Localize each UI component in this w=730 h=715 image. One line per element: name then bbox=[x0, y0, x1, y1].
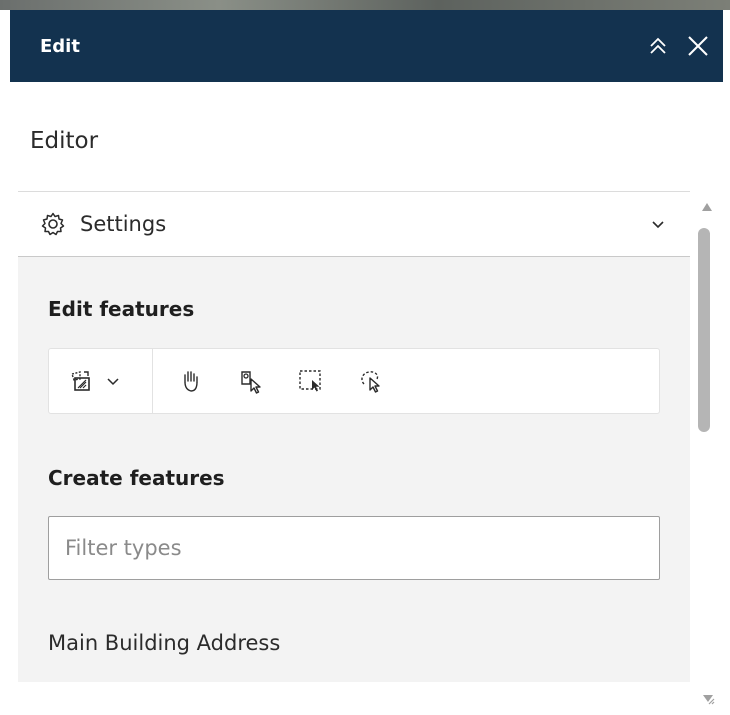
scroll-down-arrow[interactable] bbox=[700, 690, 716, 706]
edit-tools bbox=[169, 359, 393, 403]
settings-label: Settings bbox=[80, 212, 167, 236]
pan-hand-icon bbox=[184, 371, 198, 392]
gear-icon bbox=[40, 211, 66, 237]
selection-mode-dropdown[interactable] bbox=[49, 349, 153, 413]
rectangle-select-button[interactable] bbox=[289, 359, 333, 403]
chevron-down-icon bbox=[648, 214, 668, 234]
settings-accordion[interactable]: Settings bbox=[18, 192, 690, 256]
create-features-title: Create features bbox=[48, 466, 225, 490]
editor-title: Editor bbox=[30, 128, 99, 154]
lasso-select-icon bbox=[361, 371, 380, 393]
select-feature-icon bbox=[241, 371, 261, 394]
pan-tool-button[interactable] bbox=[169, 359, 213, 403]
map-background-strip bbox=[0, 0, 730, 10]
close-button[interactable] bbox=[681, 29, 715, 63]
lasso-select-button[interactable] bbox=[349, 359, 393, 403]
header-actions bbox=[641, 29, 715, 63]
close-icon bbox=[688, 36, 708, 56]
select-feature-button[interactable] bbox=[229, 359, 273, 403]
collapse-button[interactable] bbox=[641, 29, 675, 63]
scrollbar-thumb[interactable] bbox=[698, 228, 710, 432]
rectangle-select-icon bbox=[299, 370, 321, 392]
feature-type-item[interactable]: Main Building Address bbox=[48, 631, 280, 655]
panel-title: Edit bbox=[40, 35, 80, 57]
triangle-up-icon bbox=[702, 203, 712, 211]
chevron-down-icon bbox=[105, 373, 121, 389]
scroll-up-arrow[interactable] bbox=[700, 200, 714, 214]
edit-features-title: Edit features bbox=[48, 297, 195, 321]
edit-toolbar bbox=[48, 348, 660, 414]
scrollbar-track[interactable] bbox=[690, 192, 730, 715]
select-by-polygon-icon bbox=[65, 365, 97, 397]
filter-types-input[interactable] bbox=[48, 516, 660, 580]
double-chevron-up-icon bbox=[650, 37, 666, 54]
panel-header: Edit bbox=[10, 10, 723, 82]
triangle-down-icon bbox=[703, 695, 715, 705]
